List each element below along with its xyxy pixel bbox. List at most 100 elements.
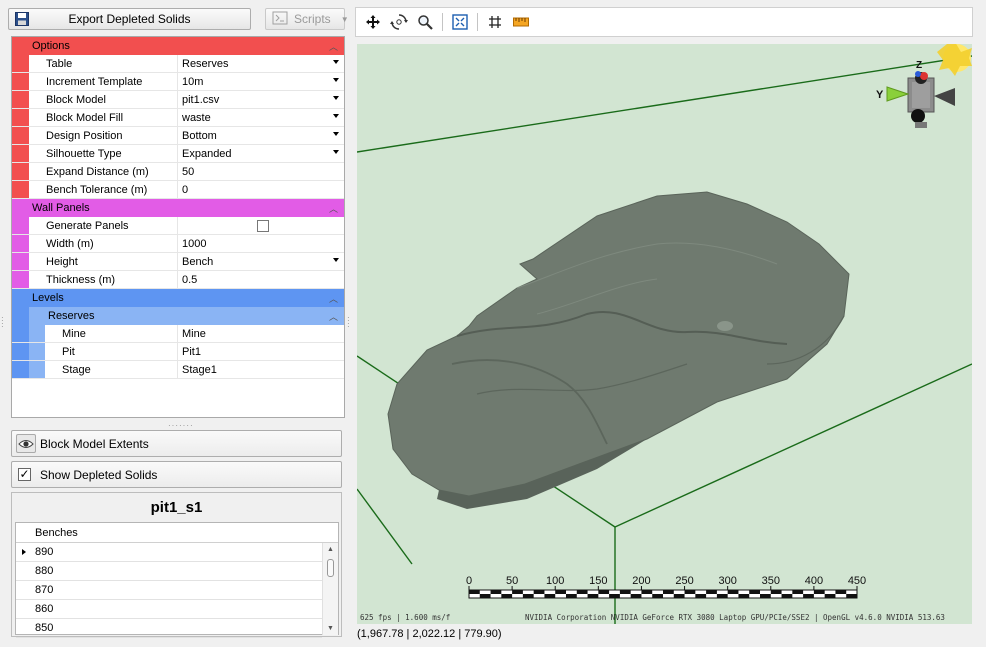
dropdown-arrow-icon[interactable]: [333, 114, 339, 118]
benches-scrollbar[interactable]: ▲ ▼: [322, 543, 338, 635]
category-levels[interactable]: Levels ︿: [12, 289, 344, 307]
dropdown-arrow-icon[interactable]: [333, 150, 339, 154]
zoom-extents-icon[interactable]: [449, 11, 471, 33]
category-options[interactable]: Options ︿: [12, 37, 344, 55]
property-value-text: Stage1: [182, 363, 217, 376]
property-value[interactable]: Expanded: [178, 145, 344, 162]
ruler-icon[interactable]: [510, 11, 532, 33]
scale-bar-segment: [501, 594, 513, 598]
chevron-up-icon[interactable]: ︿: [329, 40, 338, 53]
property-value[interactable]: 0: [178, 181, 344, 198]
property-value-text: waste: [182, 111, 211, 124]
property-value-text: 1000: [182, 237, 207, 250]
property-name: Pit: [45, 343, 178, 360]
property-value[interactable]: 1000: [178, 235, 344, 252]
scale-bar-segment: [706, 590, 717, 594]
property-row[interactable]: Height Bench: [12, 253, 344, 271]
property-value-text: Mine: [182, 327, 206, 340]
property-name: Height: [29, 253, 178, 270]
chevron-up-icon[interactable]: ︿: [329, 310, 338, 323]
property-value[interactable]: 10m: [178, 73, 344, 90]
dropdown-arrow-icon[interactable]: [333, 258, 339, 262]
property-row[interactable]: Width (m) 1000: [12, 235, 344, 253]
show-depleted-checkbox[interactable]: ✓: [18, 468, 31, 481]
rotate-icon[interactable]: [388, 11, 410, 33]
property-value[interactable]: 0.5: [178, 271, 344, 288]
category-label: Reserves: [48, 310, 95, 322]
splitter-grip[interactable]: ·······: [168, 421, 194, 430]
bench-row[interactable]: 880: [16, 562, 322, 581]
property-value[interactable]: 50: [178, 163, 344, 180]
scroll-thumb[interactable]: [327, 559, 334, 577]
category-label: Options: [32, 40, 70, 52]
block-model-extents-button[interactable]: Block Model Extents: [11, 430, 342, 457]
property-value[interactable]: Stage1: [178, 361, 344, 378]
dropdown-arrow-icon[interactable]: [333, 132, 339, 136]
property-row[interactable]: Bench Tolerance (m) 0: [12, 181, 344, 199]
bench-row[interactable]: 890: [16, 543, 322, 562]
property-row[interactable]: Table Reserves: [12, 55, 344, 73]
grid-icon[interactable]: [484, 11, 506, 33]
bench-row[interactable]: 870: [16, 581, 322, 600]
export-depleted-solids-button[interactable]: Export Depleted Solids: [8, 8, 251, 30]
scale-bar-segment: [587, 594, 599, 598]
property-value[interactable]: Pit1: [178, 343, 344, 360]
3d-viewport[interactable]: Y Z 0 50 100 150 200 250 300 350 400 450 625 fps …: [357, 44, 972, 624]
chevron-up-icon[interactable]: ︿: [329, 202, 338, 215]
left-splitter-grip[interactable]: · · · ·: [1, 314, 4, 331]
bench-value: 880: [35, 565, 54, 577]
bench-row[interactable]: 860: [16, 600, 322, 619]
category-reserves[interactable]: Reserves ︿: [29, 307, 344, 325]
scale-bar-segment: [490, 590, 502, 594]
category-wall-panels[interactable]: Wall Panels ︿: [12, 199, 344, 217]
scripts-button[interactable]: Scripts ▼: [265, 8, 349, 30]
scroll-down-icon[interactable]: ▼: [327, 625, 334, 632]
property-value[interactable]: Mine: [178, 325, 344, 342]
right-splitter-grip[interactable]: · · · ·: [347, 314, 350, 331]
benches-column-header[interactable]: Benches: [16, 523, 338, 543]
property-row[interactable]: Block Model Fill waste: [12, 109, 344, 127]
show-depleted-solids-toggle[interactable]: ✓ Show Depleted Solids: [11, 461, 342, 488]
property-row[interactable]: Stage Stage1: [12, 361, 344, 379]
property-value[interactable]: Bench: [178, 253, 344, 270]
pan-icon[interactable]: [362, 11, 384, 33]
scale-bar-segment: [803, 594, 814, 598]
property-row[interactable]: Design Position Bottom: [12, 127, 344, 145]
chevron-down-icon: ▼: [340, 14, 349, 24]
property-row[interactable]: Silhouette Type Expanded: [12, 145, 344, 163]
scale-bar-segment: [522, 594, 534, 598]
save-icon: [15, 12, 29, 29]
bench-row[interactable]: 850: [16, 619, 322, 638]
scale-bar-segment: [576, 590, 588, 594]
property-name: Mine: [45, 325, 178, 342]
property-row: Generate Panels: [12, 217, 344, 235]
dropdown-arrow-icon[interactable]: [333, 60, 339, 64]
scroll-up-icon[interactable]: ▲: [327, 546, 334, 553]
property-row[interactable]: Pit Pit1: [12, 343, 344, 361]
left-panel: Export Depleted Solids Scripts ▼ Options…: [0, 0, 350, 647]
generate-panels-checkbox[interactable]: [257, 219, 269, 232]
property-value[interactable]: pit1.csv: [178, 91, 344, 108]
scale-bar-segment: [630, 594, 642, 598]
bench-value: 890: [35, 546, 54, 558]
block-model-extents-label: Block Model Extents: [40, 436, 149, 451]
property-value-text: 0.5: [182, 273, 198, 286]
property-value[interactable]: Reserves: [178, 55, 344, 72]
dropdown-arrow-icon[interactable]: [333, 78, 339, 82]
scale-bar-segment: [512, 590, 523, 594]
property-row[interactable]: Increment Template 10m: [12, 73, 344, 91]
property-row[interactable]: Thickness (m) 0.5: [12, 271, 344, 289]
bench-panel: pit1_s1 Benches 890 880 870 860 850 ▲ ▼: [11, 492, 342, 638]
chevron-up-icon[interactable]: ︿: [329, 292, 338, 305]
benches-table: Benches 890 880 870 860 850 ▲ ▼: [15, 522, 339, 638]
scale-label: 150: [589, 575, 607, 587]
scale-label: 400: [805, 575, 823, 587]
zoom-icon[interactable]: [414, 11, 436, 33]
property-row[interactable]: Expand Distance (m) 50: [12, 163, 344, 181]
orientation-gizmo[interactable]: Y Z: [876, 60, 955, 128]
property-value[interactable]: waste: [178, 109, 344, 126]
property-row[interactable]: Mine Mine: [12, 325, 344, 343]
property-value[interactable]: Bottom: [178, 127, 344, 144]
property-row[interactable]: Block Model pit1.csv: [12, 91, 344, 109]
dropdown-arrow-icon[interactable]: [333, 96, 339, 100]
